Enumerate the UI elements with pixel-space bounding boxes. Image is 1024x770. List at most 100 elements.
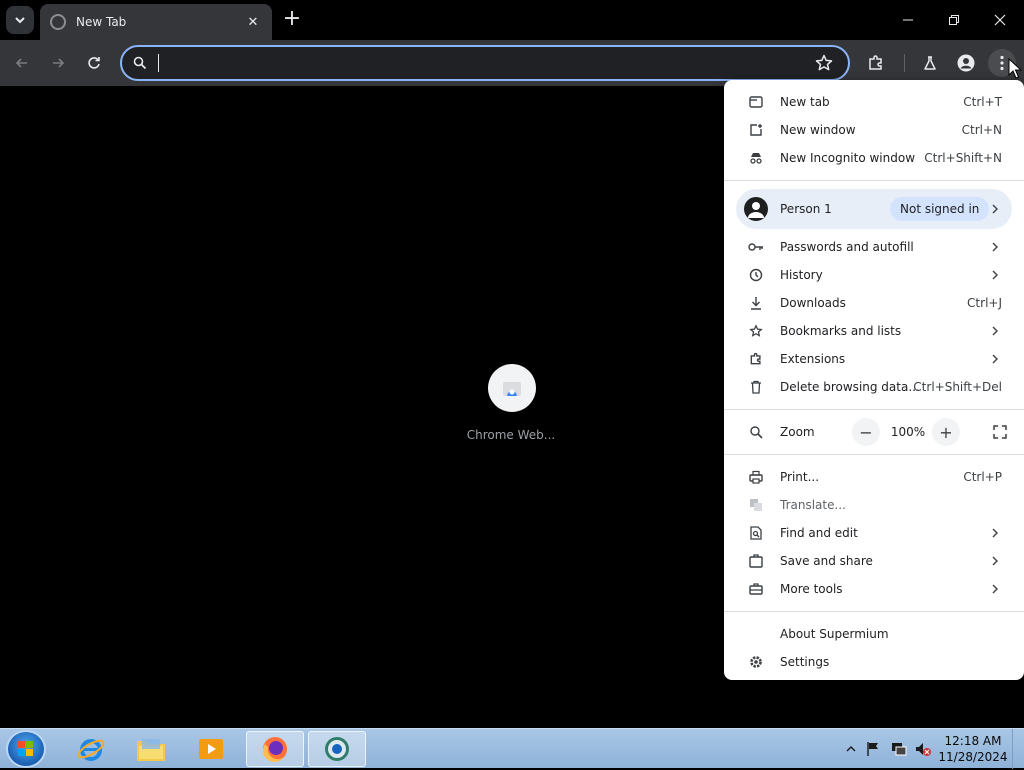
menu-label: Zoom xyxy=(780,425,815,439)
menu-item-new-window[interactable]: New window Ctrl+N xyxy=(724,116,1024,144)
chevron-right-icon xyxy=(992,354,998,364)
network-icon[interactable] xyxy=(890,741,908,757)
minimize-button[interactable] xyxy=(886,4,930,36)
taskbar-firefox[interactable] xyxy=(246,731,304,767)
profile-button[interactable] xyxy=(952,49,980,77)
zoom-icon xyxy=(748,424,764,440)
address-input[interactable] xyxy=(158,51,798,75)
menu-item-more-tools[interactable]: More tools xyxy=(724,575,1024,603)
new-window-icon xyxy=(748,122,764,138)
menu-item-profile[interactable]: Person 1 Not signed in xyxy=(736,189,1012,229)
menu-label: Settings xyxy=(780,655,830,669)
chevron-right-icon xyxy=(992,204,998,214)
toolbox-icon xyxy=(748,581,764,597)
menu-label: Extensions xyxy=(780,352,846,366)
save-share-icon xyxy=(748,553,764,569)
menu-item-zoom: Zoom − 100% + xyxy=(724,418,1024,446)
menu-shortcut: Ctrl+N xyxy=(961,123,1002,137)
new-tab-button[interactable]: + xyxy=(280,8,304,32)
menu-label: New Incognito window xyxy=(780,151,916,165)
menu-label: Downloads xyxy=(780,296,846,310)
incognito-icon xyxy=(748,150,764,166)
shortcut-label: Chrome Web... xyxy=(466,428,556,442)
windows-logo-icon xyxy=(18,741,33,756)
omnibox[interactable] xyxy=(120,45,850,81)
menu-item-new-tab[interactable]: New tab Ctrl+T xyxy=(724,88,1024,116)
more-vert-icon xyxy=(1000,55,1004,71)
menu-item-extensions[interactable]: Extensions xyxy=(724,345,1024,373)
menu-label: Find and edit xyxy=(780,526,858,540)
restore-button[interactable] xyxy=(932,4,976,36)
key-icon xyxy=(748,239,764,255)
menu-item-new-incognito[interactable]: New Incognito window Ctrl+Shift+N xyxy=(724,144,1024,172)
puzzle-icon xyxy=(869,55,882,70)
menu-separator xyxy=(724,180,1024,181)
flask-icon xyxy=(924,56,936,70)
zoom-in-button[interactable]: + xyxy=(932,418,960,446)
taskbar-file-explorer[interactable] xyxy=(122,731,180,767)
person-icon xyxy=(957,54,975,72)
start-button[interactable] xyxy=(6,730,46,768)
puzzle-icon xyxy=(748,351,764,367)
zoom-out-button[interactable]: − xyxy=(852,418,880,446)
extensions-button[interactable] xyxy=(862,49,890,77)
close-icon xyxy=(994,14,1006,26)
menu-shortcut: Ctrl+Shift+Del xyxy=(913,380,1002,394)
arrow-left-icon xyxy=(15,58,27,68)
restore-icon xyxy=(949,15,959,25)
menu-item-save-share[interactable]: Save and share xyxy=(724,547,1024,575)
profile-name: Person 1 xyxy=(780,202,832,216)
chevron-right-icon xyxy=(992,528,998,538)
download-icon xyxy=(748,295,764,311)
tab-new-tab[interactable]: New Tab ✕ xyxy=(40,4,272,40)
tray-expand-icon[interactable] xyxy=(846,745,856,753)
menu-label: Bookmarks and lists xyxy=(780,324,902,338)
menu-item-bookmarks[interactable]: Bookmarks and lists xyxy=(724,317,1024,345)
close-icon[interactable]: ✕ xyxy=(244,13,262,31)
chevron-right-icon xyxy=(992,584,998,594)
reload-button[interactable] xyxy=(80,49,108,77)
shortcut-tile[interactable]: Chrome Web... xyxy=(466,364,556,454)
action-center-flag-icon[interactable] xyxy=(866,741,880,757)
menu-shortcut: Ctrl+Shift+N xyxy=(924,151,1002,165)
minimize-icon xyxy=(903,19,913,21)
labs-button[interactable] xyxy=(916,49,944,77)
menu-item-settings[interactable]: Settings xyxy=(724,648,1024,676)
volume-muted-icon[interactable] xyxy=(914,741,932,757)
close-window-button[interactable] xyxy=(978,4,1022,36)
chevron-right-icon xyxy=(992,556,998,566)
folder-icon xyxy=(137,739,165,761)
show-desktop-button[interactable] xyxy=(1012,729,1024,769)
taskbar-supermium[interactable] xyxy=(308,731,366,767)
app-menu: New tab Ctrl+T New window Ctrl+N New Inc… xyxy=(724,80,1024,680)
chevron-right-icon xyxy=(992,242,998,252)
bookmark-star-icon[interactable] xyxy=(814,53,834,73)
taskbar-clock[interactable]: 12:18 AM 11/28/2024 xyxy=(938,733,1008,765)
supermium-icon xyxy=(325,737,349,761)
menu-item-translate[interactable]: Translate... xyxy=(724,491,1024,519)
tab-search-button[interactable] xyxy=(6,6,34,34)
menu-separator xyxy=(724,409,1024,410)
internet-explorer-icon xyxy=(77,739,105,761)
menu-item-history[interactable]: History xyxy=(724,261,1024,289)
menu-item-downloads[interactable]: Downloads Ctrl+J xyxy=(724,289,1024,317)
menu-item-find-edit[interactable]: Find and edit xyxy=(724,519,1024,547)
fullscreen-icon xyxy=(993,425,1007,439)
taskbar-media-player[interactable] xyxy=(182,731,240,767)
menu-separator xyxy=(724,454,1024,455)
fullscreen-button[interactable] xyxy=(986,418,1014,446)
chrome-web-store-icon xyxy=(488,364,536,412)
menu-item-about[interactable]: About Supermium xyxy=(724,620,1024,648)
menu-item-passwords[interactable]: Passwords and autofill xyxy=(724,233,1024,261)
menu-item-delete-browsing-data[interactable]: Delete browsing data... Ctrl+Shift+Del xyxy=(724,373,1024,401)
menu-shortcut: Ctrl+T xyxy=(963,95,1002,109)
forward-button[interactable] xyxy=(44,49,72,77)
menu-item-print[interactable]: Print... Ctrl+P xyxy=(724,463,1024,491)
back-button[interactable] xyxy=(8,49,36,77)
translate-icon xyxy=(748,497,764,513)
menu-label: About Supermium xyxy=(780,627,889,641)
gear-icon xyxy=(748,654,764,670)
globe-icon xyxy=(50,14,66,30)
avatar xyxy=(744,197,768,221)
taskbar-internet-explorer[interactable] xyxy=(62,731,120,767)
